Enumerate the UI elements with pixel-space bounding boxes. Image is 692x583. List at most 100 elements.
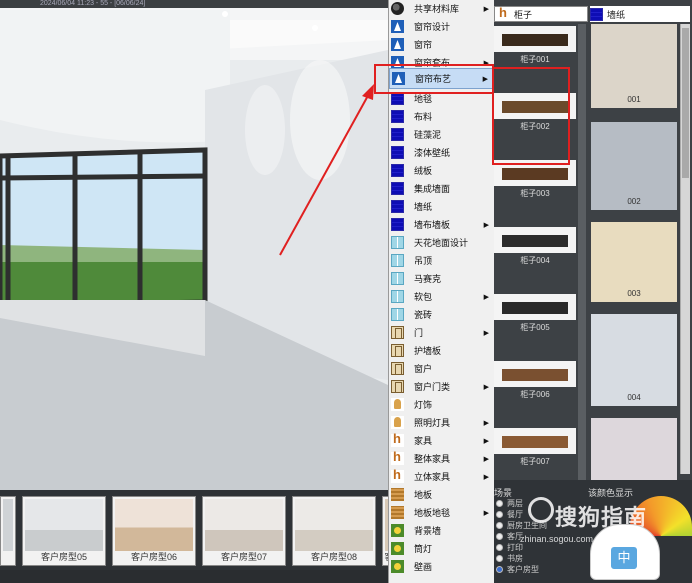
category-menu-label: 集成墙面 bbox=[414, 184, 451, 194]
category-menu-item[interactable]: 壁画 bbox=[389, 558, 495, 575]
submenu-arrow-icon: ▶ bbox=[483, 329, 489, 337]
scene-option-radio[interactable]: 餐厅 bbox=[496, 509, 523, 520]
category-menu-item[interactable]: 立体家具 ▶ bbox=[389, 467, 495, 485]
submenu-arrow-icon: ▶ bbox=[483, 509, 489, 517]
category-menu-item[interactable]: 整体家具 ▶ bbox=[389, 449, 495, 467]
furniture-category-header[interactable]: 柜子 bbox=[494, 5, 588, 22]
category-menu-item[interactable]: 照明灯具 ▶ bbox=[389, 414, 495, 431]
pattern-icon bbox=[391, 128, 404, 141]
pattern-icon bbox=[391, 182, 404, 195]
category-menu-item[interactable]: 窗户门类 ▶ bbox=[389, 378, 495, 395]
category-menu-item[interactable]: 护墙板 bbox=[389, 342, 495, 359]
cabinet-thumbnail bbox=[502, 235, 568, 247]
category-menu-label: 墙纸 bbox=[414, 202, 433, 212]
highlight-box-submenu bbox=[492, 67, 570, 165]
category-menu-label: 窗帘设计 bbox=[414, 22, 451, 32]
category-menu-item[interactable]: 窗帘 bbox=[389, 36, 495, 53]
submenu-arrow-icon: ▶ bbox=[483, 437, 489, 445]
scene-option-label: 书房 bbox=[507, 554, 523, 563]
category-menu-item[interactable]: 地板地毯 ▶ bbox=[389, 504, 495, 521]
wallpaper-header[interactable]: 墙纸 bbox=[590, 6, 690, 22]
category-menu-item[interactable]: 筒灯 bbox=[389, 540, 495, 557]
submenu-arrow-icon: ▶ bbox=[483, 455, 489, 463]
cabinet-thumbnail bbox=[502, 436, 568, 448]
furniture-tile-label: 柜子006 bbox=[520, 390, 550, 399]
room-thumb-partial[interactable] bbox=[0, 496, 16, 566]
category-menu-item[interactable]: 绒板 bbox=[389, 162, 495, 179]
cabinet-thumbnail bbox=[502, 302, 568, 314]
submenu-arrow-icon: ▶ bbox=[483, 473, 489, 481]
category-menu-item[interactable]: 布料 bbox=[389, 108, 495, 125]
radio-icon[interactable] bbox=[496, 544, 503, 551]
category-menu-label: 马赛克 bbox=[414, 274, 442, 284]
radio-icon[interactable] bbox=[496, 522, 503, 529]
wallpaper-tile-label: 003 bbox=[627, 289, 641, 298]
furniture-tile[interactable] bbox=[494, 227, 576, 253]
wallpaper-tile-label: 001 bbox=[627, 95, 641, 104]
furniture-tile-label: 柜子007 bbox=[520, 457, 550, 466]
mascot-badge-text: 中 bbox=[611, 547, 637, 569]
furniture-tile[interactable] bbox=[494, 294, 576, 320]
radio-icon[interactable] bbox=[496, 566, 503, 573]
category-menu-item[interactable]: 漆体壁纸 bbox=[389, 144, 495, 161]
category-menu-item[interactable]: 门 ▶ bbox=[389, 324, 495, 341]
category-menu-item[interactable]: 家具 ▶ bbox=[389, 431, 495, 449]
pattern-icon bbox=[391, 164, 404, 177]
scene-option-radio[interactable]: 打印 bbox=[496, 542, 523, 553]
category-menu-item[interactable]: 墙布墙板 ▶ bbox=[389, 216, 495, 233]
room-thumb[interactable]: 客户房型05 bbox=[22, 496, 106, 566]
furniture-tile[interactable] bbox=[494, 361, 576, 387]
category-menu-item[interactable]: 背景墙 bbox=[389, 522, 495, 539]
wood-icon bbox=[391, 506, 404, 519]
category-menu-item[interactable]: 马赛克 bbox=[389, 270, 495, 287]
category-menu-label: 天花地面设计 bbox=[414, 238, 469, 248]
cabinet-thumbnail bbox=[502, 369, 568, 381]
ceiling-icon bbox=[391, 254, 404, 267]
radio-icon[interactable] bbox=[496, 533, 503, 540]
category-menu-label: 硅藻泥 bbox=[414, 130, 442, 140]
door-icon bbox=[391, 362, 404, 375]
scene-option-radio[interactable]: 客户房型 bbox=[496, 564, 539, 575]
color-display-title: 该颜色显示 bbox=[588, 488, 634, 498]
radio-icon[interactable] bbox=[496, 500, 503, 507]
room-thumb[interactable]: 客户房型06 bbox=[112, 496, 196, 566]
furniture-tile[interactable] bbox=[494, 428, 576, 454]
furniture-tile-label: 柜子004 bbox=[520, 256, 550, 265]
furniture-tile-label: 柜子003 bbox=[520, 189, 550, 198]
category-menu-item[interactable]: 软包 ▶ bbox=[389, 288, 495, 305]
scene-option-radio[interactable]: 客厅 bbox=[496, 531, 523, 542]
category-menu-item[interactable]: 窗户 bbox=[389, 360, 495, 377]
wallpaper-scrollbar[interactable] bbox=[680, 24, 690, 474]
radio-icon[interactable] bbox=[496, 511, 503, 518]
cabinet-icon bbox=[497, 5, 510, 21]
scene-option-radio[interactable]: 两层 bbox=[496, 498, 523, 509]
scroll-thumb[interactable] bbox=[682, 28, 689, 178]
submenu-arrow-icon: ▶ bbox=[483, 383, 489, 391]
category-menu-item[interactable]: 墙纸 bbox=[389, 198, 495, 215]
category-menu-item[interactable]: 灯饰 bbox=[389, 396, 495, 413]
category-menu-label: 地板 bbox=[414, 490, 433, 500]
category-menu-label: 壁画 bbox=[414, 562, 433, 572]
category-menu-label: 筒灯 bbox=[414, 544, 433, 554]
radio-icon[interactable] bbox=[496, 555, 503, 562]
category-menu-item[interactable]: 天花地面设计 bbox=[389, 234, 495, 251]
category-menu-item[interactable]: 吊顶 bbox=[389, 252, 495, 269]
category-menu-label: 绒板 bbox=[414, 166, 433, 176]
furniture-scrollbar[interactable] bbox=[578, 24, 586, 480]
furniture-tile[interactable] bbox=[494, 26, 576, 52]
room-thumb[interactable]: 客户房型07 bbox=[202, 496, 286, 566]
category-menu-item[interactable]: 共享材料库 ▶ bbox=[389, 0, 495, 17]
category-menu-item[interactable]: 窗帘设计 bbox=[389, 18, 495, 35]
room-thumb-label: 客户房型07 bbox=[220, 552, 267, 562]
room-thumb-label: 客户房型06 bbox=[130, 552, 177, 562]
wallpaper-tile[interactable] bbox=[591, 418, 677, 480]
room-thumb[interactable]: 客户房型08 bbox=[292, 496, 376, 566]
category-menu-item[interactable]: 瓷砖 bbox=[389, 306, 495, 323]
pattern-icon bbox=[391, 200, 404, 213]
category-menu-item[interactable]: 地板 bbox=[389, 486, 495, 503]
category-menu-item[interactable]: 集成墙面 bbox=[389, 180, 495, 197]
category-menu-item[interactable]: 硅藻泥 bbox=[389, 126, 495, 143]
category-menu-label: 家具 bbox=[414, 436, 433, 446]
scene-option-radio[interactable]: 书房 bbox=[496, 553, 523, 564]
wallpaper-panel: 墙纸 001 002 003 004 bbox=[588, 0, 692, 480]
